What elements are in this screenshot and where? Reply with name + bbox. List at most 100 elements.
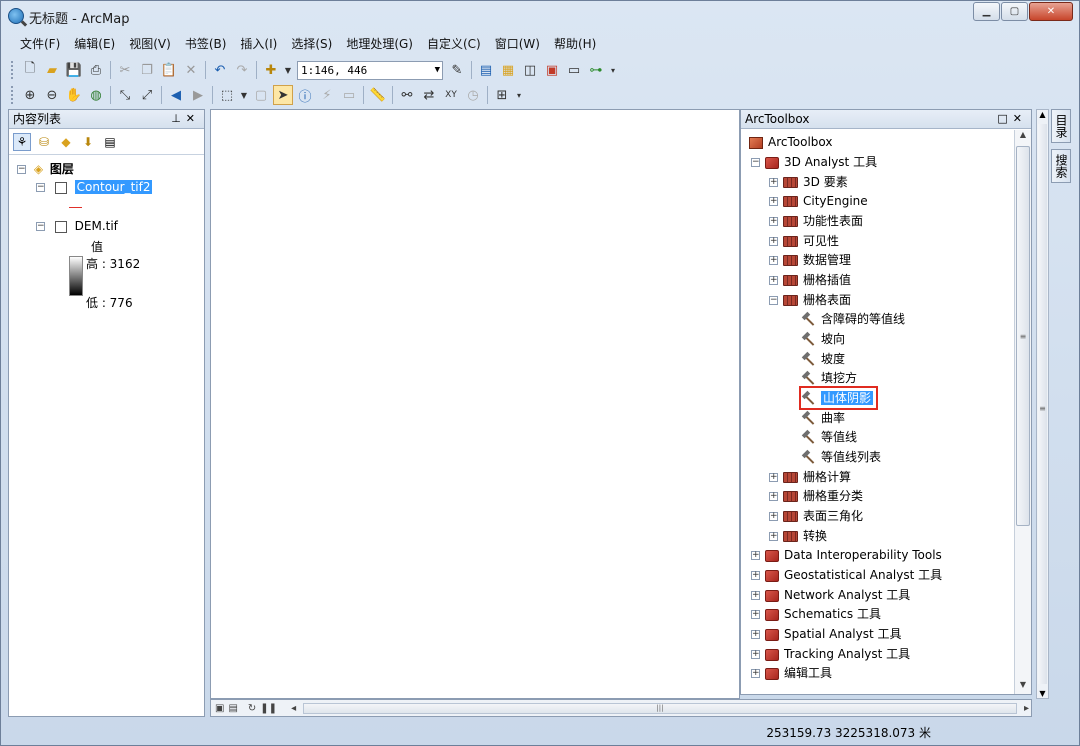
go-to-xy-icon[interactable]: XY bbox=[441, 85, 461, 105]
layer-visibility-checkbox[interactable] bbox=[54, 181, 67, 194]
collapse-icon[interactable]: − bbox=[769, 296, 778, 305]
zoom-out-icon[interactable]: ⊖ bbox=[42, 85, 62, 105]
select-elements-icon[interactable]: ➤ bbox=[273, 85, 293, 105]
close-icon[interactable]: ✕ bbox=[1013, 112, 1027, 125]
expand-icon[interactable]: + bbox=[751, 630, 760, 639]
modelbuilder-icon[interactable]: ⊶ bbox=[586, 60, 606, 80]
copy-icon[interactable]: ❐ bbox=[137, 60, 157, 80]
catalog-tab[interactable]: 目录 bbox=[1051, 109, 1071, 143]
toolset-triangulated-surface[interactable]: + 表面三角化 bbox=[769, 507, 863, 526]
scroll-right-icon[interactable]: ▸ bbox=[1024, 703, 1029, 714]
hyperlink-icon[interactable]: ⚡ bbox=[317, 85, 337, 105]
menu-selection[interactable]: 选择(S) bbox=[284, 34, 339, 56]
menu-file[interactable]: 文件(F) bbox=[13, 34, 67, 56]
identify-icon[interactable]: ⓘ bbox=[295, 85, 315, 105]
forward-extent-icon[interactable]: ▶ bbox=[188, 85, 208, 105]
tool-contour[interactable]: 等值线 bbox=[801, 428, 857, 447]
paste-icon[interactable]: 📋 bbox=[159, 60, 179, 80]
measure-icon[interactable]: 📏 bbox=[368, 85, 388, 105]
horizontal-scrollbar[interactable]: ||| bbox=[303, 703, 1017, 714]
map-vertical-scrollbar[interactable]: ▲ ≡ ▼ bbox=[1036, 109, 1049, 699]
expand-icon[interactable]: + bbox=[769, 532, 778, 541]
pause-drawing-icon[interactable]: ❚❚ bbox=[260, 703, 277, 714]
list-by-drawing-order-icon[interactable]: ⚘ bbox=[13, 132, 31, 151]
editor-icon[interactable]: ✎ bbox=[447, 60, 467, 80]
find-binoculars-icon[interactable]: ⚯ bbox=[397, 85, 417, 105]
table-of-contents-icon[interactable]: ▤ bbox=[476, 60, 496, 80]
undo-icon[interactable]: ↶ bbox=[210, 60, 230, 80]
clear-selection-icon[interactable]: ▢ bbox=[251, 85, 271, 105]
toolbar-options-icon[interactable]: ▾ bbox=[514, 85, 524, 105]
collapse-icon[interactable]: − bbox=[36, 183, 45, 192]
toolbar-grip[interactable] bbox=[11, 86, 15, 104]
menu-insert[interactable]: 插入(I) bbox=[233, 34, 284, 56]
chevron-down-icon[interactable]: ▼ bbox=[239, 85, 249, 105]
scroll-thumb[interactable]: ||| bbox=[304, 704, 1016, 713]
map-view[interactable] bbox=[210, 109, 740, 699]
python-window-icon[interactable]: ▭ bbox=[564, 60, 584, 80]
cut-icon[interactable]: ✂ bbox=[115, 60, 135, 80]
catalog-icon[interactable]: ▦ bbox=[498, 60, 518, 80]
toolbox-tracking-analyst[interactable]: + Tracking Analyst 工具 bbox=[751, 645, 910, 664]
scroll-down-icon[interactable]: ▼ bbox=[1015, 680, 1031, 694]
expand-icon[interactable]: + bbox=[769, 256, 778, 265]
tool-contour-with-barriers[interactable]: 含障碍的等值线 bbox=[801, 310, 905, 329]
zoom-in-icon[interactable]: ⊕ bbox=[20, 85, 40, 105]
toolset-raster-interpolation[interactable]: + 栅格插值 bbox=[769, 271, 851, 290]
layer-name[interactable]: Contour_tif2 bbox=[74, 180, 153, 194]
arctoolbox-icon[interactable]: ▣ bbox=[542, 60, 562, 80]
expand-icon[interactable]: + bbox=[751, 551, 760, 560]
menu-geoprocessing[interactable]: 地理处理(G) bbox=[339, 34, 420, 56]
print-icon[interactable]: ⎙ bbox=[86, 60, 106, 80]
menu-windows[interactable]: 窗口(W) bbox=[488, 34, 547, 56]
close-icon[interactable]: ✕ bbox=[186, 112, 200, 125]
collapse-icon[interactable]: − bbox=[36, 222, 45, 231]
toolbox-spatial-analyst[interactable]: + Spatial Analyst 工具 bbox=[751, 625, 902, 644]
delete-icon[interactable]: ✕ bbox=[181, 60, 201, 80]
scroll-up-icon[interactable]: ▲ bbox=[1015, 130, 1031, 144]
map-scale-select[interactable]: 1:146, 446 ▼ bbox=[297, 60, 443, 80]
tool-slope[interactable]: 坡度 bbox=[801, 350, 845, 369]
expand-icon[interactable]: + bbox=[769, 217, 778, 226]
menu-bookmarks[interactable]: 书签(B) bbox=[178, 34, 234, 56]
scroll-left-icon[interactable]: ◂ bbox=[291, 703, 296, 714]
scroll-thumb[interactable]: ≡ bbox=[1016, 146, 1030, 526]
menu-customize[interactable]: 自定义(C) bbox=[420, 34, 488, 56]
scroll-down-icon[interactable]: ▼ bbox=[1037, 689, 1048, 698]
toolbar-options-icon[interactable]: ▾ bbox=[608, 60, 618, 80]
layer-name[interactable]: DEM.tif bbox=[75, 219, 118, 233]
list-by-source-icon[interactable]: ⛁ bbox=[35, 133, 53, 151]
list-by-selection-icon[interactable]: ⬇ bbox=[79, 133, 97, 151]
expand-icon[interactable]: + bbox=[769, 178, 778, 187]
select-features-icon[interactable]: ⬚ bbox=[217, 85, 237, 105]
collapse-icon[interactable]: − bbox=[751, 158, 760, 167]
search-tab[interactable]: 搜索 bbox=[1051, 149, 1071, 183]
save-icon[interactable]: 💾 bbox=[64, 60, 84, 80]
data-view-icon[interactable]: ▣ bbox=[215, 703, 224, 714]
minimize-button[interactable]: ▁ bbox=[973, 2, 1000, 21]
toolset-raster-surface[interactable]: − 栅格表面 bbox=[769, 291, 851, 310]
menu-help[interactable]: 帮助(H) bbox=[547, 34, 603, 56]
tool-aspect[interactable]: 坡向 bbox=[801, 330, 845, 349]
expand-icon[interactable]: + bbox=[751, 610, 760, 619]
expand-icon[interactable]: + bbox=[769, 237, 778, 246]
scroll-thumb[interactable]: ≡ bbox=[1038, 124, 1047, 684]
html-popup-icon[interactable]: ▭ bbox=[339, 85, 359, 105]
toolbox-3d-analyst[interactable]: − 3D Analyst 工具 bbox=[751, 153, 877, 172]
options-icon[interactable]: ▤ bbox=[101, 133, 119, 151]
toolset-cityengine[interactable]: + CityEngine bbox=[769, 192, 868, 211]
toolbox-root[interactable]: ArcToolbox bbox=[749, 133, 832, 152]
chevron-down-icon[interactable]: ▼ bbox=[283, 60, 293, 80]
toolset-raster-reclass[interactable]: + 栅格重分类 bbox=[769, 487, 863, 506]
menu-view[interactable]: 视图(V) bbox=[122, 34, 178, 56]
expand-icon[interactable]: + bbox=[769, 197, 778, 206]
expand-icon[interactable]: + bbox=[751, 669, 760, 678]
expand-icon[interactable]: + bbox=[769, 276, 778, 285]
add-data-icon[interactable]: ✚ bbox=[261, 60, 281, 80]
expand-icon[interactable]: + bbox=[751, 571, 760, 580]
maximize-button[interactable]: ▢ bbox=[1001, 2, 1028, 21]
toolset-functional-surface[interactable]: + 功能性表面 bbox=[769, 212, 863, 231]
fixed-zoom-out-icon[interactable]: ⤢ bbox=[137, 85, 157, 105]
expand-icon[interactable]: + bbox=[769, 473, 778, 482]
toolbox-network-analyst[interactable]: + Network Analyst 工具 bbox=[751, 586, 910, 605]
